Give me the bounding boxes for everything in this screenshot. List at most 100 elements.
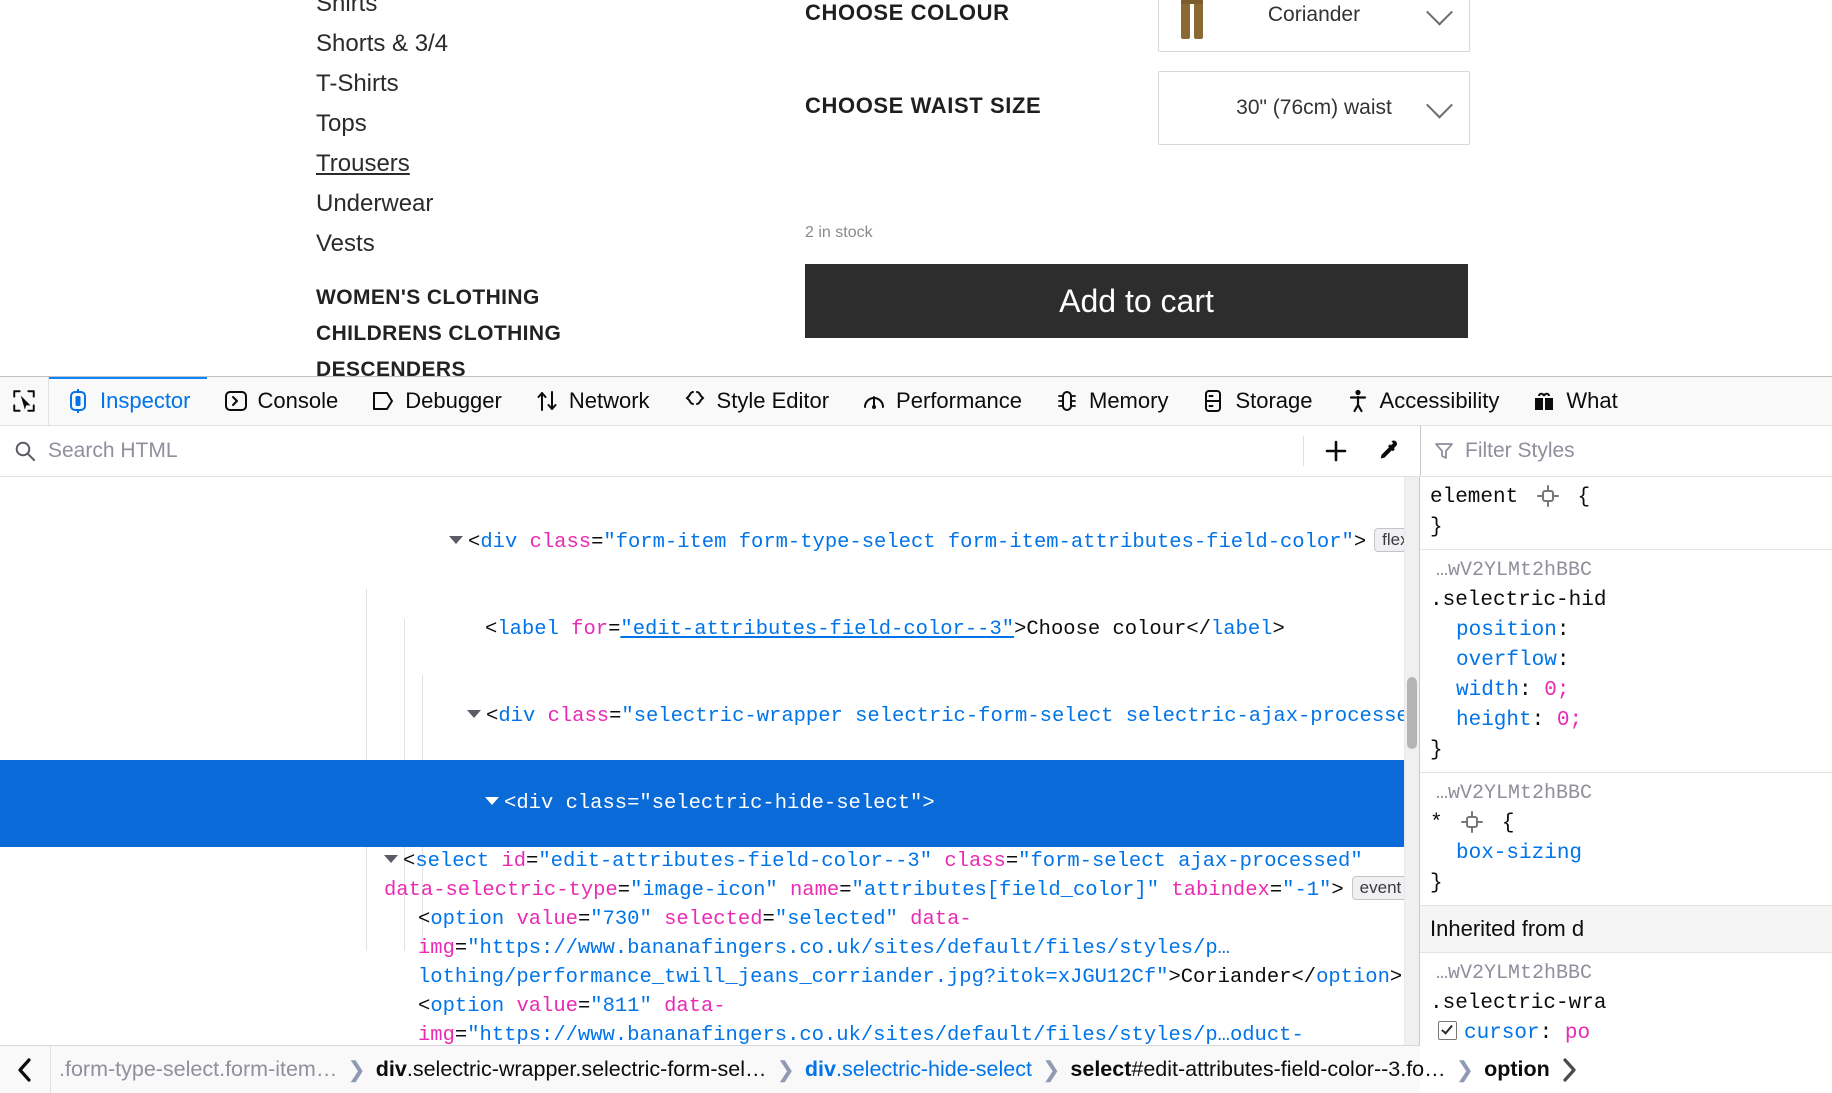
inspector-icon [65,388,91,414]
chevron-right-icon [1563,1057,1576,1082]
markup-scrollbar-thumb[interactable] [1407,677,1417,749]
attr-value: "-1" [1282,879,1332,902]
devtools-panel: Inspector Console Debugger Network Style… [0,376,1832,1093]
expand-twisty-icon[interactable] [467,709,482,718]
css-prop-box-sizing[interactable]: box-sizing [1430,839,1582,869]
search-input[interactable] [46,438,1236,464]
declaration-enabled-checkbox[interactable] [1438,1020,1457,1040]
style-rule-inherited-selectric-wrapper[interactable]: …wV2YLMt2hBBC .selectric-wra cursor: po [1420,953,1832,1047]
tag-name: option [1316,966,1390,989]
nav-item-tops[interactable]: Tops [316,106,746,142]
markup-line-option-coriander[interactable]: <option value="730" selected="selected" … [0,905,1419,992]
style-rule-element[interactable]: element { } [1420,477,1832,550]
markup-scrollbar[interactable] [1404,477,1419,1047]
breadcrumb-item-selectric-wrapper[interactable]: div.selectric-wrapper.selectric-form-sel… [368,1057,775,1082]
breadcrumb-scroll-right-button[interactable] [1558,1057,1580,1083]
tab-whats-new[interactable]: What [1515,377,1633,425]
add-to-cart-button[interactable]: Add to cart [805,264,1468,338]
styles-pane[interactable]: element { } …wV2YLMt2hBBC .selectric-hid… [1419,477,1832,1047]
breadcrumb-item-selectric-hide-select[interactable]: div.selectric-hide-select [797,1057,1040,1082]
tab-network[interactable]: Network [518,377,666,425]
choose-waist-size-row: CHOOSE WAIST SIZE 30" (76cm) waist [805,71,1470,186]
attr-name: for [571,618,609,641]
breadcrumb-item-form-item[interactable]: .form-type-select.form-item… [51,1057,345,1082]
markup-line-selectric-hide-select-selected[interactable]: <div class="selectric-hide-select"> [0,760,1419,847]
markup-line-select[interactable]: <select id="edit-attributes-field-color-… [0,847,1419,905]
choose-waist-size-label: CHOOSE WAIST SIZE [805,93,1042,118]
element-picker-icon [13,390,35,412]
breadcrumb-item-option[interactable]: option [1476,1057,1558,1082]
layout-badge-icon[interactable] [1461,811,1484,834]
category-nav: Shirts Shorts & 3/4 T-Shirts Tops Trouse… [316,0,746,424]
chevron-down-icon [1426,91,1453,119]
nav-item-vests[interactable]: Vests [316,226,746,262]
css-value-height[interactable]: 0; [1557,709,1582,732]
attr-value: "edit-attributes-field-color--3" [620,618,1015,641]
colour-select[interactable]: Coriander [1158,0,1470,52]
devtools-tab-list: Inspector Console Debugger Network Style… [49,377,1634,425]
breadcrumb-item-select[interactable]: select#edit-attributes-field-color--3.fo… [1062,1057,1453,1082]
markup-line-selectric-wrapper[interactable]: <div class="selectric-wrapper selectric-… [0,673,1419,760]
attr-value: "image-icon" [630,879,778,902]
nav-heading-womens-clothing[interactable]: WOMEN'S CLOTHING [316,280,746,316]
tab-inspector[interactable]: Inspector [49,377,207,425]
markup-line-option-forge-grey[interactable]: <option value="811" data-img="https://ww… [0,992,1419,1047]
nav-item-underwear[interactable]: Underwear [316,186,746,222]
search-html-container[interactable] [0,426,1303,476]
tag-name: div [498,705,536,728]
attr-value: "selectric-hide-select" [639,792,923,815]
devtools-toolbar: Inspector Console Debugger Network Style… [0,377,1832,426]
css-prop-height[interactable]: height [1430,706,1532,736]
breadcrumb-classes: .selectric-hide-select [836,1057,1032,1081]
accessibility-icon [1345,388,1371,414]
rule-selector: * [1430,812,1443,835]
attr-name: value [516,995,578,1018]
css-prop-position[interactable]: position [1430,616,1557,646]
filter-icon [1435,443,1453,459]
devtools-body: <div class="form-item form-type-select f… [0,477,1832,1047]
markup-line-label[interactable]: <label for="edit-attributes-field-color-… [0,586,1419,673]
breadcrumb-tag: div [375,1057,407,1081]
markup-view[interactable]: <div class="form-item form-type-select f… [0,477,1419,1047]
tab-memory[interactable]: Memory [1038,377,1184,425]
storage-icon [1200,388,1226,414]
expand-twisty-icon[interactable] [485,796,500,805]
nav-heading-childrens-clothing[interactable]: CHILDRENS CLOTHING [316,316,746,352]
tab-storage[interactable]: Storage [1184,377,1328,425]
rule-source[interactable]: …wV2YLMt2hBBC [1430,556,1832,586]
option-text: Coriander [1180,966,1292,989]
nav-item-trousers[interactable]: Trousers [316,146,746,182]
add-new-node-button[interactable] [1310,428,1362,474]
tab-console[interactable]: Console [207,377,355,425]
event-badge[interactable]: event [1351,875,1410,900]
css-value-width[interactable]: 0; [1544,679,1569,702]
nav-item-tshirts[interactable]: T-Shirts [316,66,746,102]
waist-size-select[interactable]: 30" (76cm) waist [1158,71,1470,145]
filter-styles-container[interactable]: Filter Styles [1420,426,1832,476]
nav-item-shorts[interactable]: Shorts & 3/4 [316,26,746,62]
tab-accessibility[interactable]: Accessibility [1329,377,1516,425]
layout-badge-icon[interactable] [1536,485,1559,508]
rule-source[interactable]: …wV2YLMt2hBBC [1430,779,1832,809]
choose-colour-label: CHOOSE COLOUR [805,0,1010,25]
css-value-cursor[interactable]: po [1565,1022,1590,1045]
style-rule-selectric-hide-select[interactable]: …wV2YLMt2hBBC .selectric-hid position: o… [1420,550,1832,773]
tab-debugger[interactable]: Debugger [354,377,518,425]
rule-selector: element [1430,486,1519,509]
expand-twisty-icon[interactable] [449,535,464,544]
trousers-swatch-icon [1181,0,1203,39]
breadcrumb-scroll-left-button[interactable] [0,1046,51,1093]
expand-twisty-icon[interactable] [384,854,398,863]
eyedropper-button[interactable] [1362,428,1414,474]
css-prop-width[interactable]: width [1430,676,1519,706]
markup-line-form-item-div[interactable]: <div class="form-item form-type-select f… [0,499,1419,586]
tab-performance[interactable]: Performance [845,377,1038,425]
css-prop-cursor[interactable]: cursor [1464,1019,1540,1047]
element-picker-button[interactable] [0,377,49,425]
nav-item-shirts[interactable]: Shirts [316,0,746,22]
style-rule-universal[interactable]: …wV2YLMt2hBBC * { box-sizing } [1420,773,1832,906]
tag-name: option [430,908,505,931]
rule-source[interactable]: …wV2YLMt2hBBC [1430,959,1832,989]
css-prop-overflow[interactable]: overflow [1430,646,1557,676]
tab-style-editor[interactable]: Style Editor [666,377,846,425]
